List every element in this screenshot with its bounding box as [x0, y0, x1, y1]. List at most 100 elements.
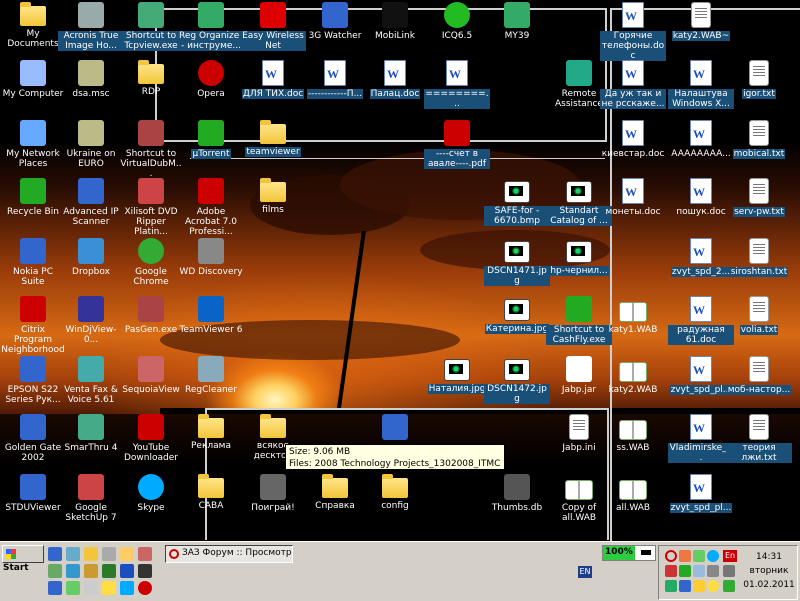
mail-tray-icon[interactable]	[693, 565, 705, 577]
desktop-icon-teoriya[interactable]: теория лжи.txt	[726, 414, 792, 463]
desktop-icon-golden-gate[interactable]: Golden Gate 2002	[0, 414, 66, 463]
desktop-icon-volia[interactable]: volia.txt	[726, 296, 792, 335]
speaker-tray-icon[interactable]	[723, 565, 735, 577]
desktop-icon-nalashtuv[interactable]: Налаштува Windows X...	[668, 60, 734, 109]
desktop-icon-poshuk[interactable]: пошук.doc	[668, 178, 734, 217]
warning-tray-icon[interactable]	[707, 580, 719, 592]
excel-icon[interactable]	[102, 564, 116, 578]
desktop-icon-dscn1472[interactable]: DSCN1472.jpg	[484, 356, 550, 404]
desktop-icon-stduviewer[interactable]: STDUViewer	[0, 474, 66, 513]
battery-indicator[interactable]: 100%	[602, 545, 656, 561]
desktop-icon-teamviewer6[interactable]: TeamViewer 6	[178, 296, 244, 335]
desktop-icon-monety[interactable]: монеты.doc	[600, 178, 666, 217]
desktop-icon-pograi[interactable]: Поиграй!	[240, 474, 306, 513]
desktop-icon-nataliya[interactable]: Наталия.jpg	[424, 356, 490, 394]
desktop-icon-mob-nastor[interactable]: моб-настор...	[726, 356, 792, 395]
desktop-icon-safe-for[interactable]: SAFE-for - 6670.bmp	[484, 178, 550, 226]
desktop-icon-katerina[interactable]: Катерина.jpg	[484, 296, 550, 334]
desktop-icon-youtube-dl[interactable]: YouTube Downloader	[118, 414, 184, 463]
desktop-icon-sequoia[interactable]: SequoiaView	[118, 356, 184, 395]
chart-icon[interactable]	[66, 581, 80, 595]
desktop-icon-recycle[interactable]: Recycle Bin	[0, 178, 66, 217]
desktop-icon-my39[interactable]: MY39	[484, 2, 550, 41]
desktop-icon-virtualdub[interactable]: Shortcut to VirtualDubM...	[118, 120, 184, 179]
desktop-icon-ss-wab[interactable]: ss.WAB	[600, 414, 666, 453]
desktop-icon-nokia-pc[interactable]: Nokia PC Suite	[0, 238, 66, 287]
desktop-icon-mobical[interactable]: mobical.txt	[726, 120, 792, 159]
desktop-icon-dropbox[interactable]: Dropbox	[58, 238, 124, 277]
tray-language-badge[interactable]: En	[723, 550, 737, 562]
skype-tray-icon[interactable]	[707, 550, 719, 562]
desktop-icon-ukraine-euro[interactable]: Ukraine on EURO	[58, 120, 124, 169]
desktop-icon-katy2-wab[interactable]: katy2.WAB	[600, 356, 666, 395]
terminal-icon[interactable]	[138, 564, 152, 578]
desktop-icon-igor-txt[interactable]: igor.txt	[726, 60, 792, 99]
shield-tray-icon[interactable]	[723, 580, 735, 592]
messenger-icon[interactable]	[120, 547, 134, 561]
desktop-icon-aaaaa[interactable]: AAAAAAAA...	[668, 120, 734, 159]
desktop-icon-films[interactable]: films	[240, 178, 306, 215]
desktop-icon-mobilink[interactable]: MobiLink	[362, 2, 428, 41]
desktop-icon-zvyt-spd-pl[interactable]: zvyt_spd_pl...	[668, 356, 734, 395]
desktop-icon-equals[interactable]: ========...	[424, 60, 490, 109]
desktop-icon-acronis[interactable]: Acronis True Image Ho...	[58, 2, 124, 51]
desktop-icon-chrome[interactable]: Google Chrome	[118, 238, 184, 287]
desktop-icon-windjview[interactable]: WinDjView-0...	[58, 296, 124, 345]
desktop-icon-reg-organizer[interactable]: Reg Organizer - инструме...	[178, 2, 244, 51]
desktop-icon-citrix[interactable]: Citrix Program Neighborhood	[0, 296, 66, 355]
desktop-icon-my-computer[interactable]: My Computer	[0, 60, 66, 99]
desktop-icon-goryachie[interactable]: Горячие телефоны.doc	[600, 2, 666, 61]
display-tray-icon[interactable]	[665, 580, 677, 592]
desktop-icon-venta-fax[interactable]: Venta Fax & Voice 5.61	[58, 356, 124, 405]
desktop-icon-epson[interactable]: EPSON S22 Series Рук...	[0, 356, 66, 405]
desktop-icon-dscn1471[interactable]: DSCN1471.jpg	[484, 238, 550, 286]
taskbar-item-zaz-forum[interactable]: ЗАЗ Форум :: Просмотр ...	[165, 545, 293, 563]
desktop-icon-all-wab[interactable]: all.WAB	[600, 474, 666, 513]
desktop-icon-dlya-tih[interactable]: ДЛЯ ТИХ.doc	[240, 60, 306, 99]
desktop-icon-caba[interactable]: CABA	[178, 474, 244, 511]
desktop-icon-smarthru[interactable]: SmarThru 4	[58, 414, 124, 453]
volume-tray-icon[interactable]	[707, 565, 719, 577]
desktop-icon-zvyt-spd-pl2[interactable]: zvyt_spd_pl...	[668, 474, 734, 513]
desktop-icon-adv-ip[interactable]: Advanced IP Scanner	[58, 178, 124, 227]
media-icon[interactable]	[84, 564, 98, 578]
desktop-icon-icq[interactable]: ICQ6.5	[424, 2, 490, 41]
opera-tray-icon[interactable]	[665, 550, 677, 562]
desktop-icon-serv-pw[interactable]: serv-pw.txt	[726, 178, 792, 217]
desktop-icon-spravka[interactable]: Справка	[302, 474, 368, 511]
desktop-icon-radujnaya[interactable]: радужная 61.doc	[668, 296, 734, 345]
antivirus-tray-icon[interactable]	[665, 565, 677, 577]
user-icon[interactable]	[66, 564, 80, 578]
desktop-icon-tcpview[interactable]: Shortcut to Tcpview.exe	[118, 2, 184, 51]
network-tray-icon[interactable]	[679, 550, 691, 562]
word-icon[interactable]	[120, 564, 134, 578]
update-tray-icon[interactable]	[693, 580, 705, 592]
desktop-icon-sketchup[interactable]: Google SketchUp 7	[58, 474, 124, 523]
desktop-icon-opera[interactable]: Opera	[178, 60, 244, 99]
desktop-icon-zvyt-spd-2[interactable]: zvyt_spd_2...	[668, 238, 734, 277]
opera-icon[interactable]	[138, 581, 152, 595]
desktop-icon-vladimirske[interactable]: Vladimirske_...	[668, 414, 734, 463]
desktop-icon-my-network[interactable]: My Network Places	[0, 120, 66, 169]
internet-explorer-icon[interactable]	[48, 547, 62, 561]
desktop-icon-utorrent[interactable]: µTorrent	[178, 120, 244, 159]
monitor-tray-icon[interactable]	[679, 580, 691, 592]
desktop-icon-palats[interactable]: Палац.doc	[362, 60, 428, 99]
search-icon[interactable]	[102, 547, 116, 561]
desktop-icon-easy-wireless[interactable]: Easy Wireless Net	[240, 2, 306, 51]
desktop-icon-skype[interactable]: Skype	[118, 474, 184, 513]
safely-remove-icon[interactable]	[693, 550, 705, 562]
mail-icon[interactable]	[102, 581, 116, 595]
desktop-icon-pasgen[interactable]: PasGen.exe	[118, 296, 184, 335]
desktop-icon-3g-watcher[interactable]: 3G Watcher	[302, 2, 368, 41]
desktop-icon-reklama[interactable]: Реклама	[178, 414, 244, 451]
system-settings-icon[interactable]	[66, 547, 80, 561]
desktop-icon-siroshtan[interactable]: siroshtan.txt	[726, 238, 792, 277]
skype-icon[interactable]	[120, 581, 134, 595]
desktop-icon-dash-p[interactable]: ------------П...	[302, 60, 368, 99]
folder-icon[interactable]	[84, 547, 98, 561]
paint-icon[interactable]	[48, 564, 62, 578]
desktop-icon-rdp[interactable]: RDP	[118, 60, 184, 97]
desktop-icon-schet-pdf[interactable]: ----счет в авале----.pdf	[424, 120, 490, 169]
clock[interactable]: 14:31 вторник 01.02.2011	[743, 550, 795, 592]
